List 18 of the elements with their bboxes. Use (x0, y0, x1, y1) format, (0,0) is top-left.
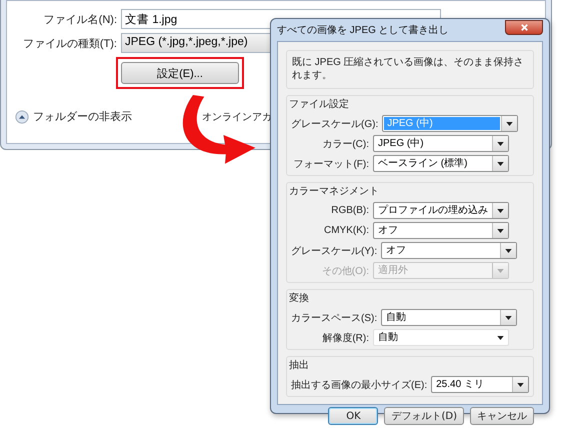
field-label: カラー(C): (321, 138, 369, 150)
field-label: グレースケール(G): (291, 118, 378, 130)
group-title: 変換 (289, 292, 309, 305)
field-label: RGB(B): (330, 205, 369, 216)
field-label: ファイルの種類(T): (22, 36, 117, 50)
field-label: その他(O): (320, 264, 369, 278)
group-title: ファイル設定 (289, 98, 349, 111)
field-label: グレースケール(Y): (291, 244, 378, 258)
info-note: 既に JPEG 圧縮されている画像は、そのまま保持されます。 (286, 50, 534, 89)
field-label: CMYK(K): (323, 225, 369, 236)
field-label: ファイル名(N): (42, 12, 117, 26)
group-title: カラーマネジメント (289, 185, 379, 198)
field-label: フォーマット(F): (292, 158, 369, 170)
dialog-title: すべての画像を JPEG として書き出し (277, 24, 449, 37)
field-label: 解像度(R): (321, 332, 369, 344)
field-label: 抽出する画像の最小サイズ(E): (291, 378, 428, 392)
group-title: 抽出 (289, 358, 309, 372)
field-label: カラースペース(S): (291, 312, 378, 324)
